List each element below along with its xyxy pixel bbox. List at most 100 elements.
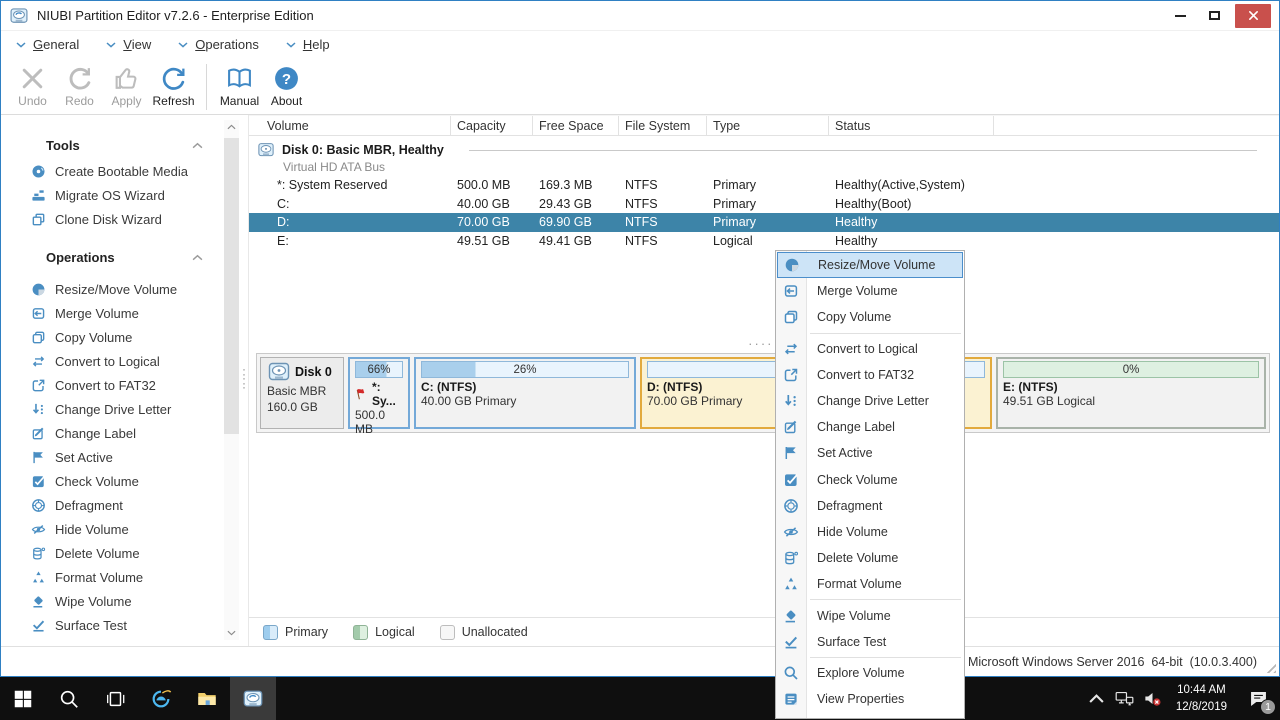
toolbar-apply-button[interactable]: Apply bbox=[103, 63, 150, 108]
volume-row-system-reserved[interactable]: *: System Reserved 500.0 MB 169.3 MB NTFS Pr… bbox=[249, 176, 1279, 195]
context-menu-item-change-drive-letter[interactable]: Change Drive Letter bbox=[776, 388, 964, 414]
scrollbar-thumb[interactable] bbox=[224, 138, 239, 435]
convert-logical-icon bbox=[31, 354, 46, 369]
context-menu-item-hide-volume[interactable]: Hide Volume bbox=[776, 519, 964, 545]
file-explorer-icon bbox=[196, 688, 218, 710]
resize-grip[interactable] bbox=[1263, 660, 1276, 673]
network-tray-button[interactable] bbox=[1111, 677, 1139, 720]
sidebar-section-tools[interactable]: Tools bbox=[31, 131, 203, 159]
disk-drive-icon bbox=[257, 141, 275, 159]
context-menu-item-copy-volume[interactable]: Copy Volume bbox=[776, 304, 964, 330]
menu-view[interactable]: View bbox=[106, 37, 151, 52]
section-title: Operations bbox=[46, 249, 115, 265]
menu-operations[interactable]: Operations bbox=[178, 37, 259, 52]
toolbar-about-button[interactable]: ? About bbox=[263, 63, 310, 108]
volume-row-c[interactable]: C: 40.00 GB 29.43 GB NTFS Primary Healthy(Boo… bbox=[249, 195, 1279, 214]
sidebar-item-clone-disk-wizard[interactable]: Clone Disk Wizard bbox=[31, 207, 248, 231]
sidebar-item-create-bootable-media[interactable]: Create Bootable Media bbox=[31, 159, 248, 183]
sidebar-item-format-volume[interactable]: Format Volume bbox=[31, 565, 248, 589]
column-header-status[interactable]: Status bbox=[829, 116, 994, 135]
partition-size: 40.00 GB Primary bbox=[421, 394, 517, 408]
menu-help[interactable]: Help bbox=[286, 37, 330, 52]
volume-row-e[interactable]: E: 49.51 GB 49.41 GB NTFS Logical Healthy bbox=[249, 232, 1279, 251]
context-menu-item-surface-test[interactable]: Surface Test bbox=[776, 629, 964, 655]
sidebar-item-copy-volume[interactable]: Copy Volume bbox=[31, 325, 248, 349]
cell-free_space: 49.41 GB bbox=[539, 233, 592, 248]
volume-context-menu: Resize/Move Volume Merge Volume Copy Volum… bbox=[775, 250, 965, 719]
notification-center-button[interactable]: 1 bbox=[1236, 677, 1280, 720]
sidebar-item-change-drive-letter[interactable]: Change Drive Letter bbox=[31, 397, 248, 421]
toolbar-redo-button[interactable]: Redo bbox=[56, 63, 103, 108]
start-button[interactable] bbox=[0, 677, 46, 720]
sidebar-splitter-handle[interactable]: · · · · · bbox=[241, 363, 247, 393]
sidebar-item-resize-move-volume[interactable]: Resize/Move Volume bbox=[31, 277, 248, 301]
column-header-type[interactable]: Type bbox=[707, 116, 829, 135]
context-menu-item-merge-volume[interactable]: Merge Volume bbox=[776, 278, 964, 304]
chevron-down-icon bbox=[286, 41, 296, 48]
sidebar-item-merge-volume[interactable]: Merge Volume bbox=[31, 301, 248, 325]
disk-group-row[interactable]: Disk 0: Basic MBR, Healthy Virtual HD AT… bbox=[249, 136, 1279, 176]
partition-block-e-ntfs[interactable]: 0% E: (NTFS) 49.51 GB Logical bbox=[996, 357, 1266, 429]
chevron-up-icon bbox=[1088, 690, 1105, 707]
sidebar-item-delete-volume[interactable]: Delete Volume bbox=[31, 541, 248, 565]
toolbar-undo-button[interactable]: Undo bbox=[9, 63, 56, 108]
context-menu-item-explore-volume[interactable]: Explore Volume bbox=[776, 660, 964, 686]
disk-info-block[interactable]: Disk 0 Basic MBR 160.0 GB bbox=[260, 357, 344, 429]
context-menu-item-check-volume[interactable]: Check Volume bbox=[776, 467, 964, 493]
internet-explorer-button[interactable] bbox=[138, 677, 184, 720]
sidebar-item-defragment[interactable]: Defragment bbox=[31, 493, 248, 517]
tray-expand-button[interactable] bbox=[1083, 677, 1111, 720]
disk-group-subtitle: Virtual HD ATA Bus bbox=[283, 160, 386, 174]
column-header-capacity[interactable]: Capacity bbox=[451, 116, 533, 135]
menu-general[interactable]: General bbox=[16, 37, 79, 52]
sidebar-item-convert-to-fat32[interactable]: Convert to FAT32 bbox=[31, 373, 248, 397]
toolbar-manual-button[interactable]: Manual bbox=[216, 63, 263, 108]
sidebar-section-operations[interactable]: Operations bbox=[31, 243, 203, 271]
context-menu-item-wipe-volume[interactable]: Wipe Volume bbox=[776, 602, 964, 628]
context-menu-item-defragment[interactable]: Defragment bbox=[776, 493, 964, 519]
close-button[interactable] bbox=[1235, 3, 1271, 28]
panel-splitter-handle[interactable]: ····· bbox=[249, 336, 1279, 351]
sidebar-item-surface-test[interactable]: Surface Test bbox=[31, 613, 248, 637]
context-menu-item-resize-move-volume[interactable]: Resize/Move Volume bbox=[777, 252, 963, 279]
volume-row-d[interactable]: D: 70.00 GB 69.90 GB NTFS Primary Healthy bbox=[249, 213, 1279, 232]
scroll-up-icon[interactable] bbox=[224, 120, 239, 134]
toolbar-refresh-button[interactable]: Refresh bbox=[150, 63, 197, 108]
sidebar-item-wipe-volume[interactable]: Wipe Volume bbox=[31, 589, 248, 613]
maximize-button[interactable] bbox=[1197, 1, 1231, 30]
task-view-button[interactable] bbox=[92, 677, 138, 720]
file-explorer-button[interactable] bbox=[184, 677, 230, 720]
cell-file_system: NTFS bbox=[625, 196, 658, 211]
context-menu-item-convert-to-logical[interactable]: Convert to Logical bbox=[776, 336, 964, 362]
sidebar-item-label: Format Volume bbox=[55, 569, 144, 585]
context-menu-item-view-properties[interactable]: View Properties bbox=[776, 686, 964, 712]
sidebar-item-set-active[interactable]: Set Active bbox=[31, 445, 248, 469]
search-button[interactable] bbox=[46, 677, 92, 720]
column-header-file-system[interactable]: File System bbox=[619, 116, 707, 135]
sidebar-item-change-label[interactable]: Change Label bbox=[31, 421, 248, 445]
taskbar-clock[interactable]: 10:44 AM 12/8/2019 bbox=[1167, 682, 1236, 714]
volume-tray-button[interactable] bbox=[1139, 677, 1167, 720]
sidebar-item-check-volume[interactable]: Check Volume bbox=[31, 469, 248, 493]
sidebar-scrollbar[interactable] bbox=[224, 120, 239, 640]
partition-block-c-ntfs[interactable]: 26% C: (NTFS) 40.00 GB Primary bbox=[414, 357, 636, 429]
context-menu-item-set-active[interactable]: Set Active bbox=[776, 440, 964, 466]
sidebar-item-convert-to-logical[interactable]: Convert to Logical bbox=[31, 349, 248, 373]
niubi-taskbar-button[interactable] bbox=[230, 677, 276, 720]
section-title: Tools bbox=[46, 137, 80, 153]
convert-fat32-icon bbox=[31, 378, 46, 393]
context-menu-item-format-volume[interactable]: Format Volume bbox=[776, 571, 964, 597]
sidebar-item-migrate-os-wizard[interactable]: Migrate OS Wizard bbox=[31, 183, 248, 207]
column-header-volume[interactable]: Volume bbox=[249, 116, 451, 135]
sidebar-item-hide-volume[interactable]: Hide Volume bbox=[31, 517, 248, 541]
partition-label: C: (NTFS) bbox=[421, 380, 477, 394]
minimize-button[interactable] bbox=[1163, 1, 1197, 30]
windows-start-icon bbox=[12, 688, 34, 710]
context-menu-item-convert-to-fat32[interactable]: Convert to FAT32 bbox=[776, 362, 964, 388]
context-menu-item-delete-volume[interactable]: Delete Volume bbox=[776, 545, 964, 571]
context-menu-label: Merge Volume bbox=[817, 284, 898, 299]
context-menu-item-change-label[interactable]: Change Label bbox=[776, 414, 964, 440]
scroll-down-icon[interactable] bbox=[224, 626, 239, 640]
partition-block-sy[interactable]: 66% *: Sy... 500.0 MB bbox=[348, 357, 410, 436]
column-header-free-space[interactable]: Free Space bbox=[533, 116, 619, 135]
